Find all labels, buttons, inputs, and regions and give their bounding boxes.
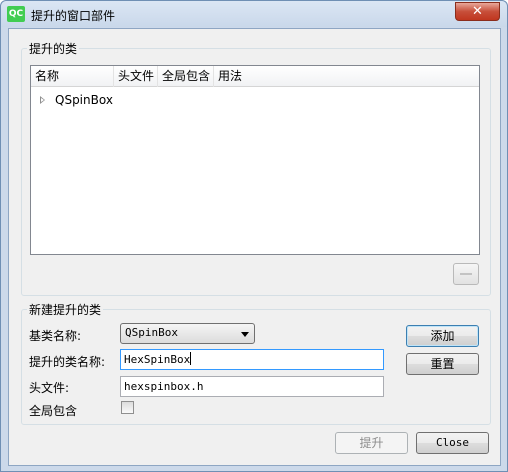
title-bar: QC 提升的窗口部件 ✕ <box>1 1 507 27</box>
window-close-button[interactable]: ✕ <box>455 2 500 21</box>
global-include-checkbox[interactable] <box>121 401 134 414</box>
promoted-classes-tree[interactable]: 名称 头文件 全局包含 用法 QSpinBox <box>30 65 480 255</box>
qt-app-icon: QC <box>7 6 25 22</box>
add-button[interactable]: 添加 <box>406 325 479 347</box>
column-header-header-file[interactable]: 头文件 <box>114 66 158 87</box>
dialog-client-area: 提升的类 名称 头文件 全局包含 用法 QSpinBox 新建提升的类 基类名称… <box>8 28 501 466</box>
close-button[interactable]: Close <box>416 432 489 454</box>
class-name-label: 提升的类名称: <box>29 355 106 369</box>
class-name-input[interactable]: HexSpinBox <box>120 349 384 370</box>
base-class-combobox[interactable]: QSpinBox <box>120 323 255 344</box>
promoted-classes-group-title: 提升的类 <box>27 40 80 57</box>
global-include-label: 全局包含 <box>29 404 78 418</box>
text-caret <box>190 352 192 365</box>
class-name-value: HexSpinBox <box>124 353 191 366</box>
chevron-down-icon <box>241 332 249 337</box>
header-file-input[interactable]: hexspinbox.h <box>120 376 384 397</box>
tree-header: 名称 头文件 全局包含 用法 <box>31 66 479 87</box>
remove-class-button[interactable] <box>453 263 479 285</box>
window-title: 提升的窗口部件 <box>31 9 116 23</box>
tree-row[interactable]: QSpinBox <box>31 90 479 110</box>
header-file-value: hexspinbox.h <box>124 380 204 393</box>
promote-button[interactable]: 提升 <box>335 432 408 454</box>
base-class-label: 基类名称: <box>29 329 82 343</box>
base-class-value: QSpinBox <box>125 326 178 339</box>
column-header-usage[interactable]: 用法 <box>214 66 479 87</box>
column-header-global-include[interactable]: 全局包含 <box>158 66 214 87</box>
column-header-name[interactable]: 名称 <box>31 66 114 87</box>
expand-arrow-icon[interactable] <box>40 96 45 104</box>
new-promoted-class-group-title: 新建提升的类 <box>27 301 104 318</box>
dialog-window: QC 提升的窗口部件 ✕ 提升的类 名称 头文件 全局包含 用法 QSpinBo… <box>0 0 508 472</box>
tree-row-name: QSpinBox <box>55 93 113 107</box>
reset-button[interactable]: 重置 <box>406 353 479 375</box>
header-file-label: 头文件: <box>29 381 70 395</box>
close-icon: ✕ <box>472 4 483 19</box>
minus-icon <box>460 273 472 275</box>
